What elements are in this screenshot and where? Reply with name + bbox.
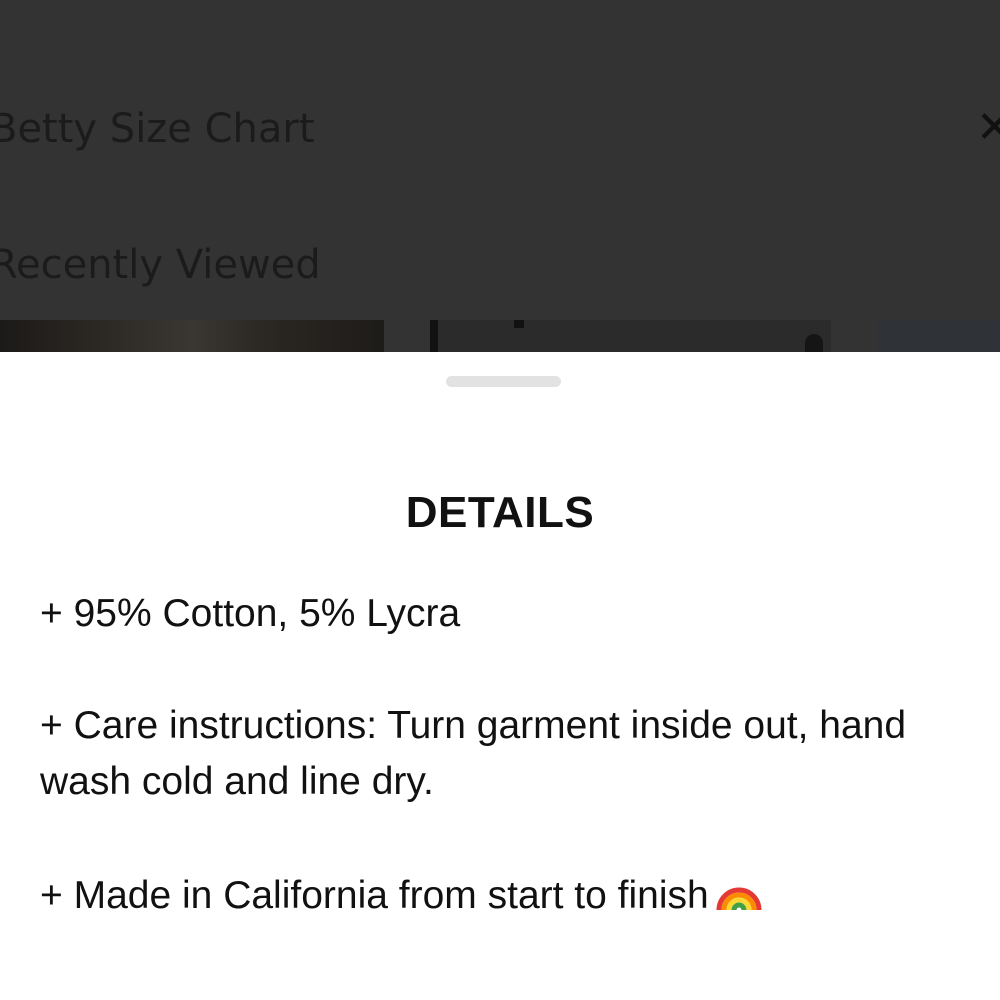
recently-viewed-thumbnail bbox=[430, 320, 831, 352]
size-chart-link: Betty Size Chart bbox=[0, 106, 315, 152]
sheet-title: DETAILS bbox=[405, 488, 595, 537]
detail-item-care: + Care instructions: Turn garment inside… bbox=[40, 704, 907, 803]
rainbow-icon bbox=[715, 868, 763, 912]
recently-viewed-thumbnail bbox=[878, 320, 1000, 352]
detail-item-origin: + Made in California from start to finis… bbox=[40, 868, 940, 924]
sheet-drag-handle[interactable] bbox=[446, 376, 561, 387]
detail-item-material: + 95% Cotton, 5% Lycra bbox=[40, 592, 461, 635]
close-icon: ✕ bbox=[976, 102, 1000, 153]
details-bottom-sheet: DETAILS + 95% Cotton, 5% Lycra + Care in… bbox=[0, 352, 1000, 1000]
detail-item-origin-text: + Made in California from start to finis… bbox=[40, 874, 709, 917]
dimmed-background-page[interactable]: Betty Size Chart ✕ Recently Viewed bbox=[0, 0, 1000, 352]
recently-viewed-heading: Recently Viewed bbox=[0, 242, 321, 288]
recently-viewed-thumbnail bbox=[0, 320, 384, 352]
product-details-screen: Betty Size Chart ✕ Recently Viewed DETAI… bbox=[0, 0, 1000, 1000]
